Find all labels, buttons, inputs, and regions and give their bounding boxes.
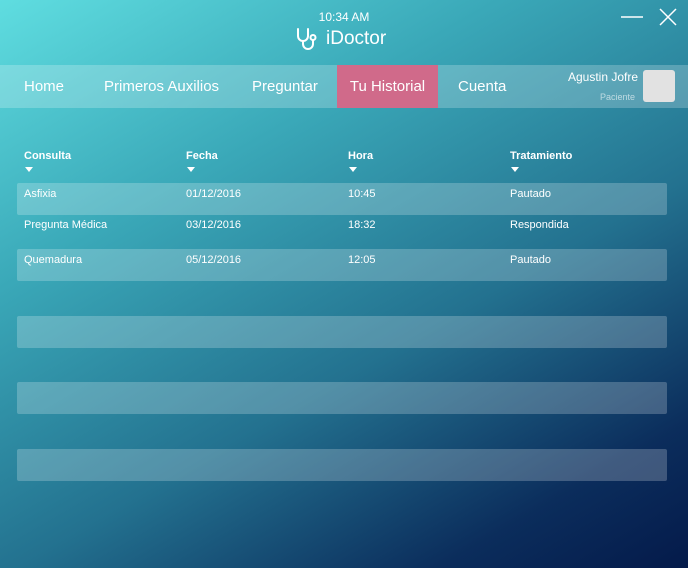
title-bar: 10:34 AM iDoctor [0,0,688,64]
nav-cuenta[interactable]: Cuenta [458,65,506,108]
cell-hora: 18:32 [348,219,376,231]
nav-preguntar[interactable]: Preguntar [252,65,318,108]
cell-consulta: Quemadura [24,254,83,266]
cell-tratamiento: Pautado [510,254,551,266]
cell-hora: 10:45 [348,188,376,200]
table-row[interactable]: Pregunta Médica 03/12/2016 18:32 Respond… [17,216,667,248]
column-header-consulta[interactable]: Consulta [24,150,71,172]
cell-fecha: 03/12/2016 [186,219,242,231]
column-header-label: Tratamiento [510,150,573,162]
empty-table-row [17,316,667,348]
clock: 10:34 AM [318,10,370,24]
column-header-label: Fecha [186,150,218,162]
empty-table-row [17,382,667,414]
nav-home[interactable]: Home [0,65,88,108]
caret-down-icon [187,167,195,172]
app-name: iDoctor [326,28,387,49]
column-header-tratamiento[interactable]: Tratamiento [510,150,572,172]
cell-tratamiento: Pautado [510,188,551,200]
column-header-fecha[interactable]: Fecha [186,150,218,172]
table-row[interactable]: Asfixia 01/12/2016 10:45 Pautado [17,183,667,215]
avatar[interactable] [643,70,675,102]
cell-tratamiento: Respondida [510,219,569,231]
minimize-icon[interactable] [621,6,643,28]
cell-consulta: Asfixia [24,188,57,200]
column-header-label: Hora [348,150,374,162]
caret-down-icon [25,167,33,172]
caret-down-icon [349,167,357,172]
close-icon[interactable] [657,6,679,28]
cell-hora: 12:05 [348,254,376,266]
table-row[interactable]: Quemadura 05/12/2016 12:05 Pautado [17,249,667,281]
user-name: Agustin Jofre [568,70,639,84]
stethoscope-icon [294,26,320,52]
column-header-hora[interactable]: Hora [348,150,373,172]
column-header-label: Consulta [24,150,72,162]
caret-down-icon [511,167,519,172]
nav-primeros-auxilios[interactable]: Primeros Auxilios [104,65,219,108]
nav-tu-historial[interactable]: Tu Historial [337,65,438,108]
cell-consulta: Pregunta Médica [24,219,108,231]
app-brand: iDoctor [294,26,386,52]
empty-table-row [17,449,667,481]
cell-fecha: 01/12/2016 [186,188,242,200]
cell-fecha: 05/12/2016 [186,254,242,266]
user-role: Paciente [600,92,636,102]
